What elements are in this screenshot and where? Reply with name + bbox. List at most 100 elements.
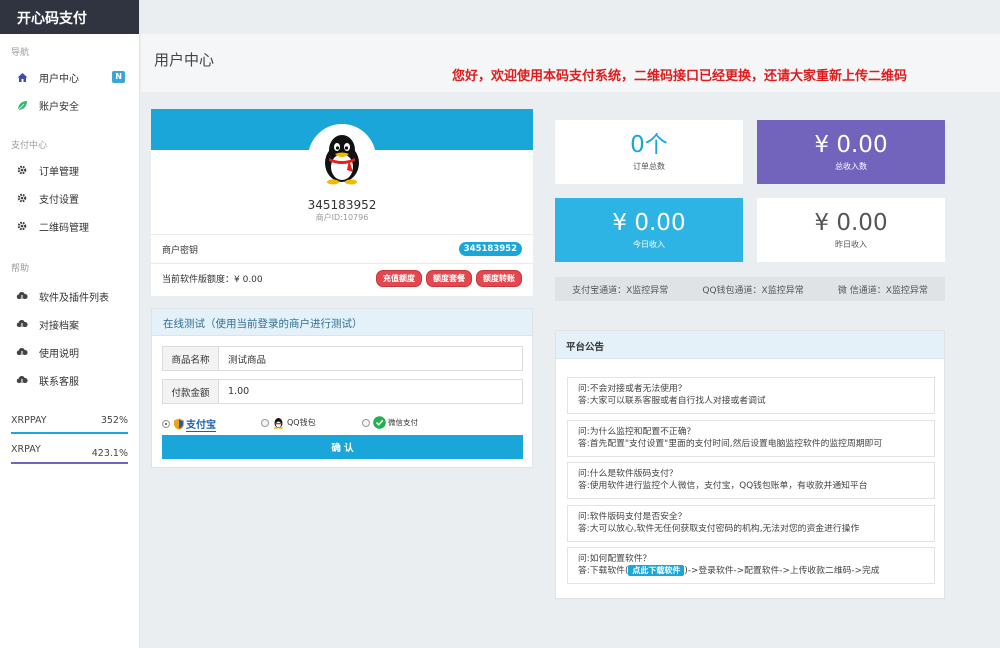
- sidebar-item-payment-settings[interactable]: 支付设置: [0, 184, 139, 212]
- pay-option-qqwallet[interactable]: QQ钱包: [261, 416, 316, 429]
- faq-question: 问:不会对接或者无法使用？: [578, 384, 687, 394]
- faq-answer: 答:大家可以联系客服或者自行找人对接或者调试: [578, 396, 766, 406]
- pay-option-alipay[interactable]: 支付宝: [162, 416, 216, 432]
- qq-icon: [274, 418, 283, 429]
- sidebar-item-contact-support[interactable]: 联系客服: [0, 366, 139, 394]
- stat-total-income: ¥ 0.00 总收入数: [757, 120, 945, 184]
- sidebar-item-integration-docs[interactable]: 对接档案: [0, 310, 139, 338]
- faq-question: 问:如何配置软件？: [578, 554, 652, 564]
- gear-icon: [16, 192, 28, 204]
- merchant-key-label: 商户密钥: [162, 245, 199, 256]
- shield-icon: [174, 418, 184, 430]
- stat-value: ¥ 0.00: [814, 210, 888, 236]
- sidebar-item-label: 使用说明: [39, 348, 79, 360]
- confirm-button[interactable]: 确 认: [162, 435, 523, 459]
- faq-item: 问:不会对接或者无法使用？ 答:大家可以联系客服或者自行找人对接或者调试: [567, 377, 935, 414]
- progress-bar-fill: [11, 432, 128, 434]
- merchant-id: 商户ID:10796: [315, 213, 369, 222]
- sidebar-item-label: 账户安全: [39, 101, 79, 113]
- cloud-download-icon: [16, 318, 28, 330]
- stat-value: ¥ 0.00: [612, 210, 686, 236]
- app-title: 开心码支付: [0, 0, 139, 34]
- qqwallet-channel-status: QQ钱包通道：X监控异常: [702, 285, 804, 296]
- announcement-title: 平台公告: [556, 331, 944, 359]
- stat-label: 昨日收入: [835, 240, 867, 249]
- avatar: [308, 124, 376, 192]
- stat-label: 总收入数: [835, 162, 867, 171]
- payment-method-group: 支付宝 QQ钱包 微信支付: [162, 414, 523, 434]
- cloud-download-icon: [16, 290, 28, 302]
- sidebar-item-label: 软件及插件列表: [39, 292, 109, 304]
- sidebar-item-label: 联系客服: [39, 376, 79, 388]
- system-notice: 您好，欢迎使用本码支付系统，二维码接口已经更换，还请大家重新上传二维码: [452, 69, 908, 84]
- faq-answer: 答:大可以放心,软件无任何获取支付密码的机构,无法对您的资金进行操作: [578, 524, 860, 534]
- new-badge: N: [112, 71, 125, 83]
- sidebar-item-software-list[interactable]: 软件及插件列表: [0, 282, 139, 310]
- qqwallet-radio[interactable]: [261, 418, 269, 427]
- faq-question: 问:软件版码支付是否安全？: [578, 512, 687, 522]
- recharge-quota-button[interactable]: 充值额度: [376, 269, 422, 287]
- progress-xrppay: XRPPAY 352%: [0, 415, 139, 434]
- faq-answer-prefix: 答:下载软件(: [578, 566, 629, 576]
- faq-item: 问:为什么监控和配置不正确？ 答:首先配置"支付设置"里面的支付时间,然后设置电…: [567, 420, 935, 457]
- sidebar-item-usage-guide[interactable]: 使用说明: [0, 338, 139, 366]
- pay-option-wechat[interactable]: 微信支付: [362, 416, 418, 429]
- gear-icon: [16, 220, 28, 232]
- sidebar: 开心码支付 导航 用户中心 N 账户安全 支付中心 订单管理 支付设置 二维码管…: [0, 0, 140, 648]
- sidebar-item-orders[interactable]: 订单管理: [0, 156, 139, 184]
- payment-amount-label: 付款金额: [163, 380, 219, 403]
- leaf-icon: [16, 99, 28, 111]
- payment-amount-input[interactable]: [219, 380, 522, 403]
- alipay-radio[interactable]: [162, 420, 170, 428]
- faq-answer: 答:使用软件进行监控个人微信，支付宝，QQ钱包账单，有收款并通知平台: [578, 481, 868, 491]
- qqwallet-label: QQ钱包: [287, 418, 316, 427]
- channel-status-bar: 支付宝通道：X监控异常 QQ钱包通道：X监控异常 微 信通道：X监控异常: [555, 277, 945, 301]
- wechat-radio[interactable]: [362, 418, 370, 427]
- announcement-panel: 平台公告 问:不会对接或者无法使用？ 答:大家可以联系客服或者自行找人对接或者调…: [555, 330, 945, 599]
- progress-value: 423.1%: [91, 448, 128, 459]
- faq-answer: 答:首先配置"支付设置"里面的支付时间,然后设置电脑监控软件的监控周期即可: [578, 439, 883, 449]
- online-test-panel: 在线测试（使用当前登录的商户进行测试） 商品名称 付款金额 支付宝 QQ钱包: [151, 308, 533, 468]
- download-software-button[interactable]: 点此下载软件: [628, 565, 685, 576]
- faq-item: 问:如何配置软件？ 答:下载软件(点此下载软件)->登录软件->配置软件->上传…: [567, 547, 935, 584]
- sidebar-item-account-security[interactable]: 账户安全: [0, 91, 139, 119]
- progress-bar-fill: [11, 462, 128, 464]
- progress-xrpay: XRPAY 423.1%: [0, 444, 139, 464]
- faq-question: 问:什么是软件版码支付？: [578, 469, 678, 479]
- cloud-download-icon: [16, 374, 28, 386]
- nav-section-payment-center: 支付中心: [11, 141, 48, 151]
- stat-label: 今日收入: [633, 240, 665, 249]
- gear-icon: [16, 164, 28, 176]
- faq-item: 问:什么是软件版码支付？ 答:使用软件进行监控个人微信，支付宝，QQ钱包账单，有…: [567, 462, 935, 499]
- progress-name: XRPAY: [11, 444, 41, 455]
- qq-penguin-icon: [325, 135, 359, 185]
- alipay-channel-status: 支付宝通道：X监控异常: [572, 285, 669, 296]
- product-name-label: 商品名称: [163, 347, 219, 370]
- progress-name: XRPPAY: [11, 415, 47, 426]
- stat-today-income: ¥ 0.00 今日收入: [555, 198, 743, 262]
- online-test-title: 在线测试（使用当前登录的商户进行测试）: [152, 309, 532, 336]
- sidebar-item-user-center[interactable]: 用户中心 N: [0, 63, 139, 91]
- faq-item: 问:软件版码支付是否安全？ 答:大可以放心,软件无任何获取支付密码的机构,无法对…: [567, 505, 935, 542]
- sidebar-item-label: 支付设置: [39, 194, 79, 206]
- alipay-label: 支付宝: [186, 416, 216, 432]
- sidebar-item-label: 订单管理: [39, 166, 79, 178]
- nav-section-navigation: 导航: [11, 48, 30, 58]
- payment-amount-field: 付款金额: [162, 379, 523, 404]
- quota-package-button[interactable]: 额度套餐: [426, 269, 472, 287]
- quota-transfer-button[interactable]: 额度转账: [476, 269, 522, 287]
- alipay-logo: 支付宝: [173, 416, 216, 432]
- wechat-label: 微信支付: [388, 418, 418, 427]
- quota-label: 当前软件版额度：¥ 0.00: [162, 274, 263, 285]
- sidebar-item-qrcode-management[interactable]: 二维码管理: [0, 212, 139, 240]
- product-name-input[interactable]: [219, 347, 522, 370]
- stat-yesterday-income: ¥ 0.00 昨日收入: [757, 198, 945, 262]
- stat-value: ¥ 0.00: [814, 132, 888, 158]
- quota-row: 当前软件版额度：¥ 0.00 充值额度 额度套餐 额度转账: [151, 263, 533, 292]
- product-name-field: 商品名称: [162, 346, 523, 371]
- sidebar-item-label: 对接档案: [39, 320, 79, 332]
- wechat-channel-status: 微 信通道：X监控异常: [837, 285, 928, 296]
- home-icon: [16, 71, 28, 83]
- wechat-pay-icon: [373, 416, 386, 429]
- faq-answer: 答:下载软件(点此下载软件)->登录软件->配置软件->上传收款二维码->完成: [578, 565, 934, 577]
